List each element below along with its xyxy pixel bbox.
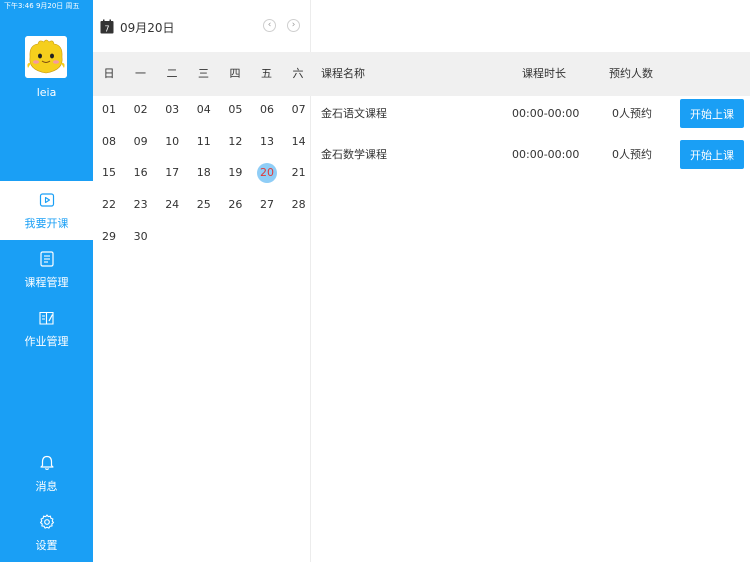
header-course-name: 课程名称 bbox=[321, 67, 365, 80]
avatar[interactable] bbox=[25, 36, 67, 78]
calendar-day[interactable]: 01 bbox=[99, 100, 119, 120]
start-class-button[interactable]: 开始上课 bbox=[680, 140, 744, 169]
document-icon bbox=[40, 251, 54, 267]
nav-start-class[interactable]: 我要开课 bbox=[0, 181, 93, 240]
calendar-day[interactable]: 18 bbox=[194, 163, 214, 183]
header-course-duration: 课程时长 bbox=[522, 67, 566, 80]
calendar-icon-digit: 7 bbox=[104, 25, 109, 34]
prev-month-button[interactable]: ‹ bbox=[263, 19, 276, 32]
calendar-day[interactable]: 25 bbox=[194, 195, 214, 215]
calendar-day[interactable]: 17 bbox=[162, 163, 182, 183]
course-name: 金石数学课程 bbox=[321, 148, 387, 161]
calendar-title: 09月20日 bbox=[120, 21, 175, 35]
nav-messages[interactable]: 消息 bbox=[0, 444, 93, 503]
course-reservations: 0人预约 bbox=[612, 148, 652, 161]
calendar-day[interactable]: 15 bbox=[99, 163, 119, 183]
header-reservations: 预约人数 bbox=[609, 67, 653, 80]
calendar-panel: 7 09月20日 ‹ › 日 一 二 三 四 五 六 01 02 03 04 05 06 07 08 09 1… bbox=[93, 0, 311, 562]
course-reservations: 0人预约 bbox=[612, 107, 652, 120]
weekday-label: 六 bbox=[292, 67, 304, 80]
next-month-button[interactable]: › bbox=[287, 19, 300, 32]
avatar-duck-icon bbox=[25, 36, 67, 78]
weekday-label: 五 bbox=[261, 67, 272, 80]
calendar-day[interactable]: 10 bbox=[162, 132, 182, 152]
profile-section: leia bbox=[0, 0, 93, 181]
calendar-day[interactable]: 09 bbox=[131, 132, 151, 152]
calendar-day[interactable]: 30 bbox=[131, 227, 151, 247]
calendar-day[interactable]: 07 bbox=[289, 100, 309, 120]
calendar-icon: 7 bbox=[100, 19, 114, 34]
book-icon bbox=[39, 311, 54, 325]
bell-icon bbox=[40, 455, 54, 470]
nav-homework-management[interactable]: 作业管理 bbox=[0, 299, 93, 358]
calendar-day[interactable]: 02 bbox=[131, 100, 151, 120]
nav-settings[interactable]: 设置 bbox=[0, 503, 93, 562]
play-icon bbox=[39, 193, 55, 207]
nav-course-management[interactable]: 课程管理 bbox=[0, 240, 93, 299]
weekday-label: 三 bbox=[198, 67, 209, 80]
start-class-button[interactable]: 开始上课 bbox=[680, 99, 744, 128]
weekday-label: 一 bbox=[135, 67, 146, 80]
sidebar: leia 我要开课 课程管理 作业管理 消息 设置 bbox=[0, 0, 93, 562]
calendar-day[interactable]: 27 bbox=[257, 195, 277, 215]
nav-label-settings: 设置 bbox=[35, 539, 58, 552]
status-bar: 下午3:46 9月20日 周五 bbox=[4, 2, 80, 10]
course-table-header: 课程名称 课程时长 预约人数 bbox=[311, 52, 750, 96]
calendar-header: 7 09月20日 ‹ › bbox=[93, 0, 311, 52]
calendar-day[interactable]: 19 bbox=[225, 163, 245, 183]
weekday-row: 日一二三四五六 bbox=[93, 52, 311, 96]
calendar-day[interactable]: 23 bbox=[131, 195, 151, 215]
calendar-day[interactable]: 03 bbox=[162, 100, 182, 120]
calendar-day[interactable]: 08 bbox=[99, 132, 119, 152]
calendar-day[interactable]: 26 bbox=[225, 195, 245, 215]
calendar-day[interactable]: 29 bbox=[99, 227, 119, 247]
calendar-day[interactable]: 22 bbox=[99, 195, 119, 215]
nav-label-messages: 消息 bbox=[35, 480, 58, 493]
course-duration: 00:00-00:00 bbox=[512, 107, 580, 120]
calendar-day[interactable]: 21 bbox=[289, 163, 309, 183]
nav-label-course-management: 课程管理 bbox=[24, 276, 69, 289]
gear-icon bbox=[39, 514, 55, 529]
nav-label-start-class: 我要开课 bbox=[24, 217, 69, 230]
calendar-day[interactable]: 14 bbox=[289, 132, 309, 152]
calendar-day[interactable]: 06 bbox=[257, 100, 277, 120]
calendar-day[interactable]: 05 bbox=[225, 100, 245, 120]
weekday-label: 二 bbox=[166, 67, 178, 80]
calendar-day-selected[interactable]: 20 bbox=[257, 163, 277, 184]
calendar-day[interactable]: 12 bbox=[225, 132, 245, 152]
course-list-panel: 课程名称 课程时长 预约人数 金石语文课程 00:00-00:00 0人预约 开… bbox=[311, 0, 750, 562]
weekday-label: 四 bbox=[229, 67, 241, 80]
course-duration: 00:00-00:00 bbox=[512, 148, 580, 161]
calendar-day[interactable]: 28 bbox=[289, 195, 309, 215]
table-row: 金石数学课程 00:00-00:00 0人预约 开始上课 bbox=[311, 134, 750, 175]
calendar-day[interactable]: 16 bbox=[131, 163, 151, 183]
course-name: 金石语文课程 bbox=[321, 107, 387, 120]
weekday-label: 日 bbox=[103, 67, 115, 80]
table-row: 金石语文课程 00:00-00:00 0人预约 开始上课 bbox=[311, 93, 750, 134]
calendar-day[interactable]: 24 bbox=[162, 195, 182, 215]
calendar-day[interactable]: 11 bbox=[194, 132, 214, 152]
nav-label-homework-management: 作业管理 bbox=[24, 335, 69, 348]
calendar-day[interactable]: 13 bbox=[257, 132, 277, 152]
calendar-day[interactable]: 04 bbox=[194, 100, 214, 120]
username: leia bbox=[36, 86, 57, 99]
